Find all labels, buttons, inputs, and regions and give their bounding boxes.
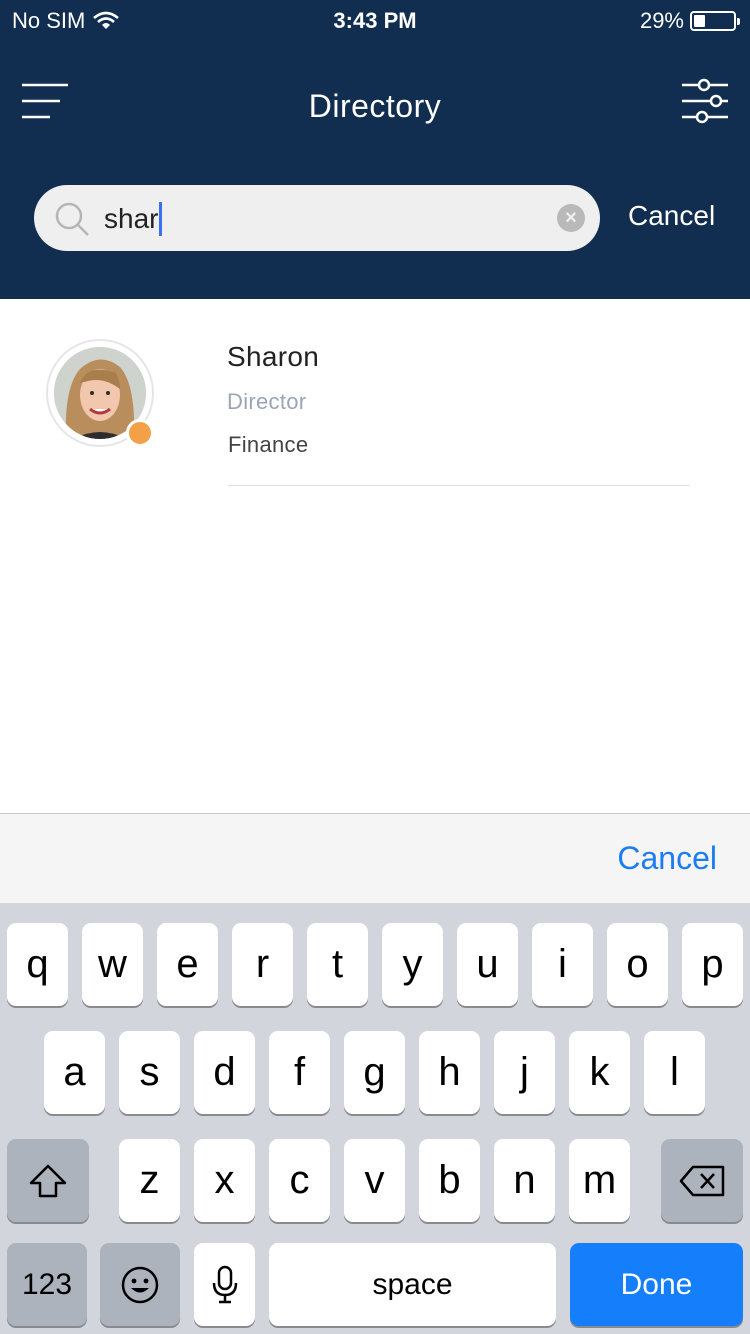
keyboard-accessory-bar: Cancel [0, 813, 750, 903]
key-x[interactable]: x [194, 1139, 255, 1222]
key-k[interactable]: k [569, 1031, 630, 1114]
key-u[interactable]: u [457, 923, 518, 1006]
battery-percent: 29% [639, 8, 684, 33]
status-time: 3:43 PM [333, 8, 417, 33]
presence-status-dot [126, 419, 154, 447]
key-j[interactable]: j [494, 1031, 555, 1114]
key-r[interactable]: r [232, 923, 293, 1006]
status-right: 29% [639, 8, 740, 34]
key-m[interactable]: m [569, 1139, 630, 1222]
key-i[interactable]: i [532, 923, 593, 1006]
key-d[interactable]: d [194, 1031, 255, 1114]
clear-search-icon[interactable]: × [557, 204, 585, 232]
key-s[interactable]: s [119, 1031, 180, 1114]
key-g[interactable]: g [344, 1031, 405, 1114]
emoji-key[interactable] [100, 1243, 180, 1326]
status-bar: No SIM 3:43 PM 29% [0, 0, 750, 40]
emoji-face-icon [121, 1266, 159, 1303]
key-p[interactable]: p [682, 923, 743, 1006]
key-a[interactable]: a [44, 1031, 105, 1114]
keyboard: q w e r t y u i o p a s d f g h j k l z … [0, 903, 750, 1334]
key-e[interactable]: e [157, 923, 218, 1006]
search-field[interactable]: shar × [34, 185, 600, 251]
done-key[interactable]: Done [570, 1243, 743, 1326]
search-input-value: shar [104, 203, 159, 234]
contact-title: Director [227, 389, 307, 414]
key-f[interactable]: f [269, 1031, 330, 1114]
key-c[interactable]: c [269, 1139, 330, 1222]
contact-name: Sharon [227, 341, 320, 372]
sliders-filter-icon[interactable] [682, 78, 730, 124]
text-caret [159, 202, 163, 236]
microphone-icon [212, 1265, 237, 1303]
key-q[interactable]: q [7, 923, 68, 1006]
key-z[interactable]: z [119, 1139, 180, 1222]
key-l[interactable]: l [644, 1031, 705, 1114]
search-icon [55, 202, 89, 236]
key-n[interactable]: n [494, 1139, 555, 1222]
space-key[interactable]: space [269, 1243, 556, 1326]
contact-department: Finance [228, 432, 309, 457]
search-input[interactable]: shar [104, 202, 163, 236]
page-title: Directory [308, 88, 442, 124]
key-t[interactable]: t [307, 923, 368, 1006]
key-w[interactable]: w [82, 923, 143, 1006]
shift-arrow-icon [29, 1164, 67, 1197]
battery-icon [690, 11, 740, 31]
battery-fill [694, 15, 705, 27]
delete-key[interactable] [661, 1139, 743, 1222]
list-item[interactable]: Sharon Director Finance [0, 299, 750, 499]
backspace-icon [679, 1165, 725, 1196]
search-cancel-button[interactable]: Cancel [628, 200, 715, 232]
key-h[interactable]: h [419, 1031, 480, 1114]
shift-key[interactable] [7, 1139, 89, 1222]
row-divider [228, 485, 690, 486]
key-o[interactable]: o [607, 923, 668, 1006]
dictation-key[interactable] [194, 1243, 255, 1326]
app-header: No SIM 3:43 PM 29% Directory shar × Canc… [0, 0, 750, 299]
key-v[interactable]: v [344, 1139, 405, 1222]
key-b[interactable]: b [419, 1139, 480, 1222]
key-y[interactable]: y [382, 923, 443, 1006]
accessory-cancel-button[interactable]: Cancel [617, 840, 717, 877]
numbers-key[interactable]: 123 [7, 1243, 87, 1326]
